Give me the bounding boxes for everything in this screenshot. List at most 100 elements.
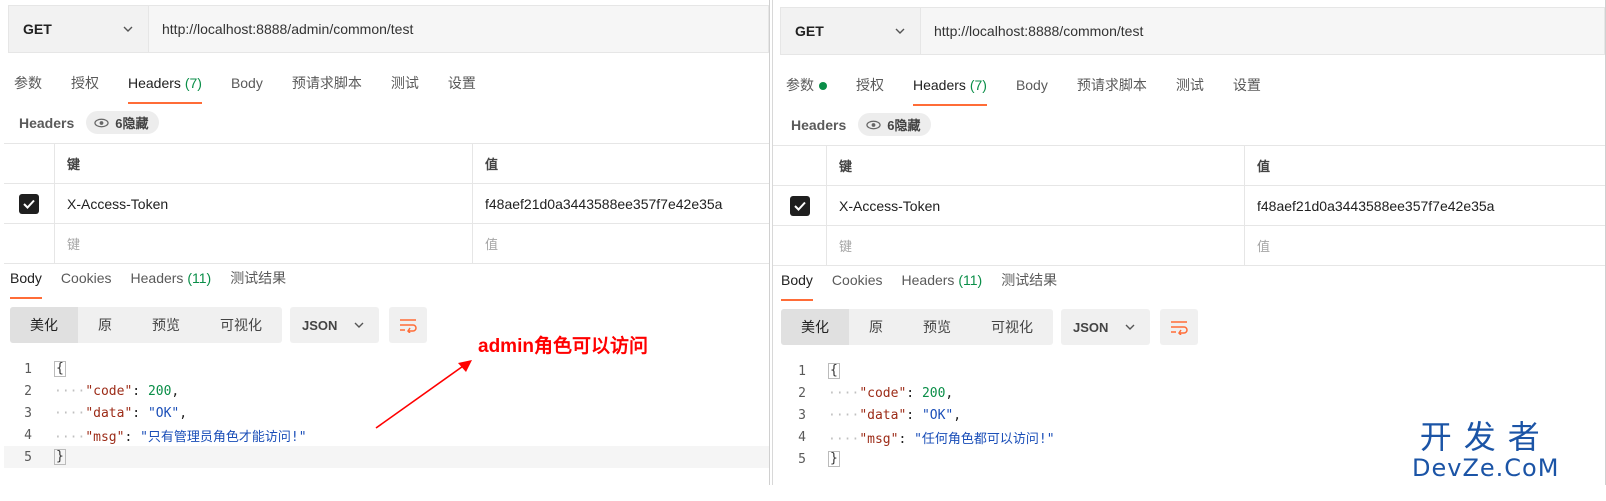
key-column-header: 键: [827, 146, 1245, 185]
table-row-empty: 键 值: [4, 223, 769, 264]
value-column-header: 值: [485, 157, 499, 172]
hidden-count: 6隐藏: [887, 118, 921, 133]
resp-tab-body[interactable]: Body: [781, 267, 813, 301]
view-pretty[interactable]: 美化: [10, 307, 78, 343]
chevron-down-icon: [354, 322, 364, 328]
headers-section-header: Headers 6隐藏: [791, 113, 931, 136]
tab-tests[interactable]: 测试: [391, 70, 419, 104]
format-label: JSON: [302, 317, 338, 333]
code-line: 5}: [4, 446, 769, 468]
view-raw[interactable]: 原: [849, 309, 903, 345]
view-preview[interactable]: 预览: [132, 307, 200, 343]
resp-tab-test-results[interactable]: 测试结果: [230, 265, 286, 299]
table-header-row: 键 值: [773, 145, 1605, 185]
hidden-headers-toggle[interactable]: 6隐藏: [858, 113, 931, 136]
response-tabs: Body Cookies Headers (11) 测试结果: [781, 267, 1076, 301]
table-header-row: 键 值: [4, 143, 769, 183]
table-row-empty: 键 值: [773, 225, 1605, 266]
wrap-icon: [400, 319, 418, 333]
headers-title: Headers: [19, 114, 75, 131]
wrap-lines-button[interactable]: [389, 307, 428, 343]
resp-tab-headers[interactable]: Headers (11): [131, 265, 212, 299]
header-enabled-checkbox[interactable]: [789, 195, 810, 216]
tab-settings[interactable]: 设置: [1233, 72, 1261, 106]
wrap-lines-button[interactable]: [1160, 309, 1199, 345]
params-indicator-dot: [819, 82, 827, 91]
method-label: GET: [23, 21, 52, 37]
header-value-field[interactable]: f48aef21d0a3443588ee357f7e42e35a: [473, 184, 769, 223]
headers-table: 键 值 X-Access-Token f48aef21d0a3443588ee3…: [773, 145, 1605, 266]
new-value-input[interactable]: 值: [473, 224, 769, 263]
resp-tab-body[interactable]: Body: [10, 265, 42, 299]
resp-tab-cookies[interactable]: Cookies: [61, 265, 112, 299]
tab-auth[interactable]: 授权: [856, 72, 884, 106]
view-raw[interactable]: 原: [78, 307, 132, 343]
check-icon: [793, 201, 806, 211]
code-line: 1{: [798, 363, 840, 379]
view-preview[interactable]: 预览: [903, 309, 971, 345]
code-line: 3 ····"data": "OK",: [24, 405, 188, 421]
value-column-header: 值: [1257, 159, 1271, 174]
annotation-label: admin角色可以访问: [478, 336, 648, 357]
eye-icon: [866, 120, 881, 129]
tab-params-label: 参数: [786, 77, 814, 93]
view-pretty[interactable]: 美化: [781, 309, 849, 345]
hidden-headers-toggle[interactable]: 6隐藏: [86, 111, 159, 134]
view-visualize[interactable]: 可视化: [971, 309, 1053, 345]
table-row: X-Access-Token f48aef21d0a3443588ee357f7…: [773, 185, 1605, 225]
header-enabled-checkbox[interactable]: [19, 193, 39, 214]
site-watermark: 开发者 DevZe.CoM: [1412, 420, 1559, 482]
tab-auth[interactable]: 授权: [71, 70, 99, 104]
wrap-icon: [1171, 321, 1189, 335]
tab-params[interactable]: 参数: [786, 72, 827, 106]
request-tabs: 参数 授权 Headers (7) Body 预请求脚本 测试 设置: [14, 70, 505, 104]
new-key-input[interactable]: 键: [827, 226, 1245, 265]
tab-headers[interactable]: Headers (7): [913, 72, 987, 106]
tab-prerequest[interactable]: 预请求脚本: [292, 70, 362, 104]
chevron-down-icon: [123, 26, 133, 32]
right-request-panel: GET http://localhost:8888/common/test 参数…: [772, 0, 1606, 485]
url-input[interactable]: http://localhost:8888/common/test: [921, 8, 1604, 54]
method-select[interactable]: GET: [9, 6, 149, 52]
resp-tab-headers-label: Headers: [901, 272, 955, 288]
view-mode-group: 美化 原 预览 可视化: [10, 307, 282, 343]
response-body-editor[interactable]: 1{ 2 ····"code": 200, 3 ····"data": "OK", …: [4, 358, 769, 468]
tab-headers-label: Headers: [913, 77, 966, 93]
url-input[interactable]: http://localhost:8888/admin/common/test: [149, 6, 768, 52]
code-line: 4 ····"msg": "只有管理员角色才能访问!": [24, 427, 307, 445]
response-toolbar: 美化 原 预览 可视化 JSON: [10, 307, 428, 343]
resp-tab-cookies[interactable]: Cookies: [832, 267, 883, 301]
url-bar: GET http://localhost:8888/admin/common/t…: [8, 5, 769, 53]
new-key-input[interactable]: 键: [55, 224, 473, 263]
tab-params[interactable]: 参数: [14, 70, 42, 104]
method-select[interactable]: GET: [781, 8, 921, 54]
url-text: http://localhost:8888/admin/common/test: [162, 21, 414, 37]
hidden-count: 6隐藏: [115, 116, 149, 131]
watermark-chinese: 开发者: [1419, 418, 1552, 456]
table-row: X-Access-Token f48aef21d0a3443588ee357f7…: [4, 183, 769, 223]
tab-headers-count: (7): [969, 77, 987, 93]
format-label: JSON: [1073, 319, 1109, 335]
format-select[interactable]: JSON: [1061, 309, 1151, 345]
header-value-field[interactable]: f48aef21d0a3443588ee357f7e42e35a: [1245, 186, 1605, 225]
response-toolbar: 美化 原 预览 可视化 JSON: [781, 309, 1199, 345]
response-tabs: Body Cookies Headers (11) 测试结果: [10, 265, 305, 299]
tab-prerequest[interactable]: 预请求脚本: [1077, 72, 1147, 106]
header-key-field[interactable]: X-Access-Token: [827, 186, 1245, 225]
new-value-input[interactable]: 值: [1245, 226, 1605, 265]
view-visualize[interactable]: 可视化: [200, 307, 282, 343]
chevron-down-icon: [1125, 324, 1135, 330]
headers-table: 键 值 X-Access-Token f48aef21d0a3443588ee3…: [4, 143, 769, 264]
format-select[interactable]: JSON: [290, 307, 380, 343]
tab-body[interactable]: Body: [231, 70, 263, 104]
resp-tab-headers-label: Headers: [130, 270, 184, 286]
resp-tab-test-results[interactable]: 测试结果: [1001, 267, 1057, 301]
url-text: http://localhost:8888/common/test: [934, 23, 1144, 39]
resp-tab-headers[interactable]: Headers (11): [902, 267, 983, 301]
tab-body[interactable]: Body: [1016, 72, 1048, 106]
tab-tests[interactable]: 测试: [1176, 72, 1204, 106]
headers-section-header: Headers 6隐藏: [19, 111, 159, 134]
header-key-field[interactable]: X-Access-Token: [55, 184, 473, 223]
tab-headers[interactable]: Headers (7): [128, 70, 202, 104]
tab-settings[interactable]: 设置: [448, 70, 476, 104]
